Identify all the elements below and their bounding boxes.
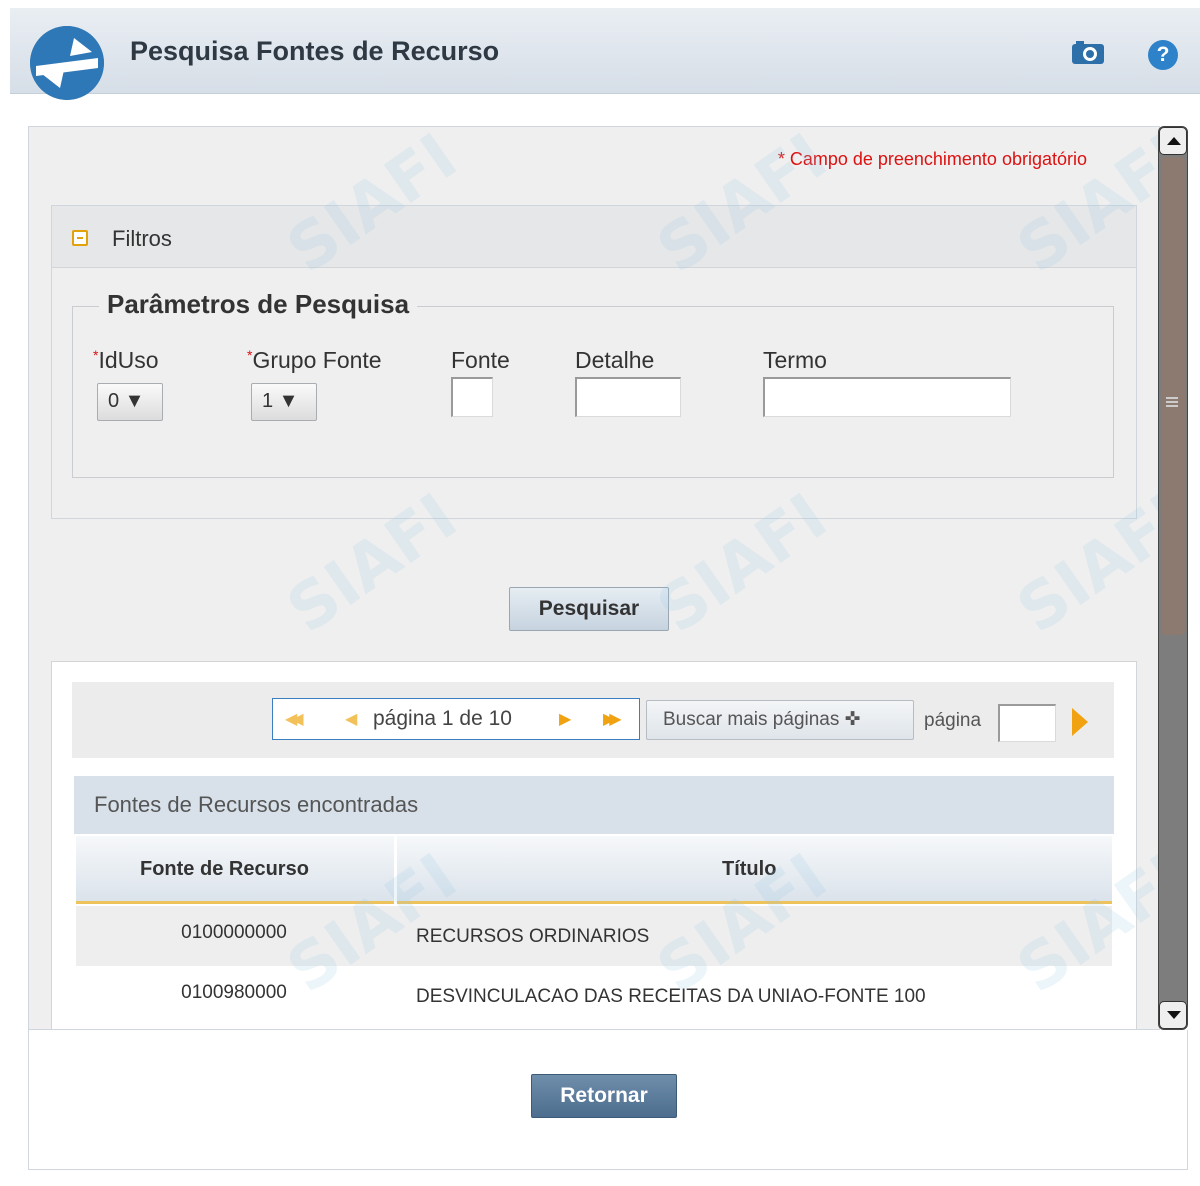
next-page-icon[interactable]: ▶	[559, 709, 571, 729]
page-indicator: página 1 de 10	[373, 707, 512, 730]
grupo-fonte-label-text: Grupo Fonte	[252, 347, 382, 373]
prev-page-icon[interactable]: ◀	[345, 709, 357, 729]
go-page-icon[interactable]	[1072, 708, 1088, 736]
table-header: Fonte de Recurso Título	[76, 836, 1112, 904]
iduso-label-text: IdUso	[98, 347, 159, 373]
detalhe-input[interactable]	[575, 377, 681, 417]
grupo-fonte-select[interactable]: 1 ▼	[251, 383, 317, 421]
cell-titulo: RECURSOS ORDINARIOS	[416, 926, 650, 947]
search-button[interactable]: Pesquisar	[509, 587, 669, 631]
camera-icon[interactable]	[1070, 38, 1106, 66]
collapse-icon[interactable]	[72, 230, 88, 246]
detalhe-label: Detalhe	[575, 347, 655, 373]
last-page-icon[interactable]: ▶▶	[603, 709, 621, 729]
scroll-up-icon[interactable]	[1159, 127, 1187, 155]
page-title: Pesquisa Fontes de Recurso	[130, 36, 500, 66]
required-note: * Campo de preenchimento obrigatório	[777, 149, 1087, 169]
grip-icon	[1166, 397, 1178, 407]
pagination-bar: ◀◀ ◀ página 1 de 10 ▶ ▶▶ Buscar mais pág…	[72, 682, 1114, 758]
cell-fonte: 0100000000	[181, 922, 287, 943]
termo-label: Termo	[763, 347, 827, 373]
cell-fonte: 0100980000	[181, 982, 287, 1003]
results-title: Fontes de Recursos encontradas	[74, 776, 1114, 834]
table-row[interactable]: 0100980000 DESVINCULACAO DAS RECEITAS DA…	[76, 966, 1112, 1026]
pagination-control: ◀◀ ◀ página 1 de 10 ▶ ▶▶	[272, 698, 640, 740]
fonte-label: Fonte	[451, 347, 510, 373]
table-row[interactable]: 0100000000 RECURSOS ORDINARIOS	[76, 906, 1112, 966]
search-params-legend: Parâmetros de Pesquisa	[99, 289, 418, 320]
vertical-scrollbar[interactable]	[1158, 126, 1188, 1030]
iduso-select[interactable]: 0 ▼	[97, 383, 163, 421]
cell-titulo: DESVINCULACAO DAS RECEITAS DA UNIAO-FONT…	[416, 986, 926, 1007]
iduso-label: *IdUso	[93, 347, 159, 374]
page-number-input[interactable]	[998, 704, 1056, 742]
footer-panel: Retornar	[28, 1030, 1188, 1170]
filters-label: Filtros	[112, 226, 172, 251]
scroll-down-icon[interactable]	[1159, 1001, 1187, 1029]
page-number-label: página	[924, 710, 982, 731]
results-panel: ◀◀ ◀ página 1 de 10 ▶ ▶▶ Buscar mais pág…	[51, 661, 1137, 1029]
siafi-logo	[30, 26, 104, 100]
scrollbar-thumb[interactable]	[1161, 157, 1185, 635]
fonte-input[interactable]	[451, 377, 493, 417]
column-header-titulo[interactable]: Título	[722, 858, 776, 881]
more-pages-button[interactable]: Buscar mais páginas ✜	[646, 700, 914, 740]
column-header-fonte[interactable]: Fonte de Recurso	[140, 858, 309, 881]
filters-panel: Filtros Parâmetros de Pesquisa *IdUso 0 …	[51, 205, 1137, 519]
termo-input[interactable]	[763, 377, 1011, 417]
content-panel: * Campo de preenchimento obrigatório Fil…	[28, 126, 1160, 1030]
help-icon[interactable]: ?	[1148, 40, 1178, 70]
grupo-fonte-label: *Grupo Fonte	[247, 347, 382, 374]
first-page-icon[interactable]: ◀◀	[285, 709, 303, 729]
return-button[interactable]: Retornar	[531, 1074, 677, 1118]
filters-header[interactable]: Filtros	[52, 206, 1136, 268]
page-header: Pesquisa Fontes de Recurso ?	[10, 8, 1200, 94]
search-params-fieldset: Parâmetros de Pesquisa *IdUso 0 ▼ *Grupo…	[72, 289, 1114, 478]
